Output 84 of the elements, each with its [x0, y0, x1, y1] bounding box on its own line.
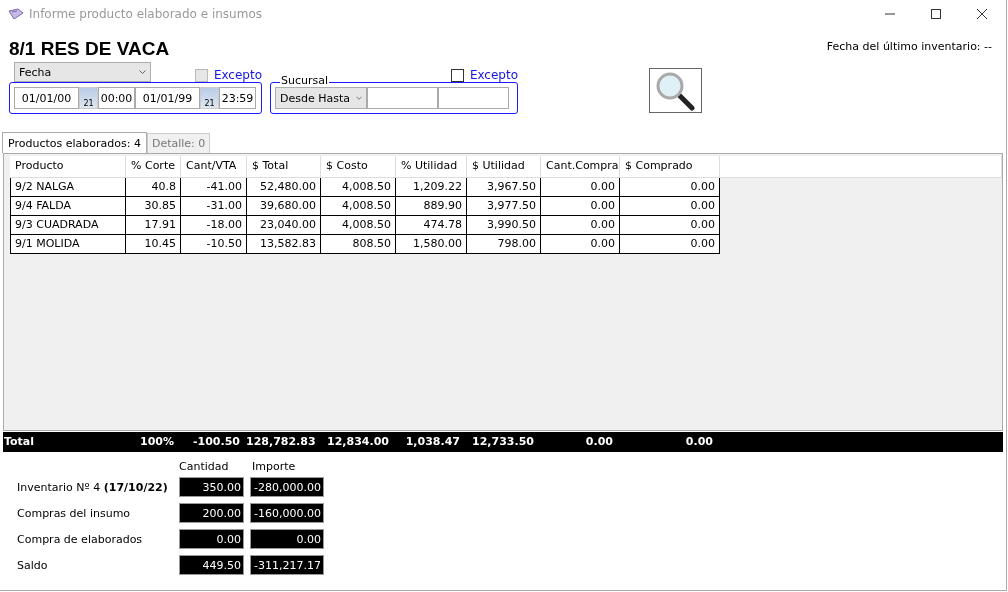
tab[interactable]: Detalle: 0	[146, 133, 211, 153]
table-cell: 52,480.00	[247, 178, 321, 197]
table-cell: 9/3 CUADRADA	[10, 216, 126, 235]
to-branch-field[interactable]	[438, 87, 509, 109]
quantity-value: 350.00	[179, 477, 244, 497]
table-cell: 0.00	[620, 197, 720, 216]
from-date-field[interactable]: 01/01/00	[14, 87, 79, 109]
maximize-icon[interactable]	[930, 8, 942, 20]
table-cell: 13,582.83	[247, 235, 321, 254]
except-checkbox[interactable]	[450, 68, 464, 82]
except-label: Excepto	[213, 68, 262, 82]
table-cell: -10.50	[181, 235, 247, 254]
table-cell: 0.00	[620, 235, 720, 254]
table-cell: 889.90	[396, 197, 467, 216]
table-cell: 10.45	[126, 235, 181, 254]
total-cell-text: 0.00	[684, 434, 714, 450]
summary-label: Saldo	[17, 558, 49, 572]
table-cell: 808.50	[321, 235, 396, 254]
app-icon	[8, 8, 24, 20]
amount-value: -311,217.17	[250, 555, 324, 575]
search-button[interactable]	[649, 68, 702, 113]
except-label: Excepto	[469, 68, 518, 82]
table-cell: 0.00	[620, 216, 720, 235]
amount-value: -280,000.00	[250, 477, 324, 497]
table-cell: 23,040.00	[247, 216, 321, 235]
table-cell: 0.00	[541, 178, 620, 197]
product-heading: 8/1 RES DE VACA	[9, 38, 170, 60]
table-cell: 4,008.50	[321, 178, 396, 197]
from-branch-field[interactable]	[367, 87, 438, 109]
branch-legend: Sucursal	[280, 74, 330, 87]
table-cell: 9/2 NALGA	[10, 178, 126, 197]
last-inventory-label: Fecha del último inventario: --	[826, 40, 992, 53]
column-header: Importe	[252, 459, 297, 473]
table-cell: 1,580.00	[396, 235, 467, 254]
calendar-button[interactable]: 21	[200, 87, 219, 109]
table-cell: 17.91	[126, 216, 181, 235]
total-cell-text: 128,782.83	[246, 434, 317, 450]
amount-value: -160,000.00	[250, 503, 324, 523]
column-header: Cantidad	[179, 459, 230, 473]
table-cell: 0.00	[541, 235, 620, 254]
summary-label: Compra de elaborados	[17, 532, 144, 546]
caret-icon	[356, 96, 362, 100]
table-cell: -31.00	[181, 197, 247, 216]
window-title: Informe producto elaborado e insumos	[29, 7, 262, 21]
range-mode-dropdown[interactable]: Desde Hasta	[275, 87, 367, 109]
summary-label: Inventario Nº 4 (17/10/22)	[17, 480, 169, 494]
total-cell-text: 0.00	[584, 434, 614, 450]
total-cell-text: 1,038.47	[404, 434, 461, 450]
table-cell: -41.00	[181, 178, 247, 197]
table-cell: 4,008.50	[321, 216, 396, 235]
table-cell: 0.00	[620, 178, 720, 197]
quantity-value: 200.00	[179, 503, 244, 523]
table-cell: 3,990.50	[467, 216, 541, 235]
total-cell-text: -100.50	[192, 434, 241, 450]
table-cell: 9/4 FALDA	[10, 197, 126, 216]
table-cell: 9/1 MOLIDA	[10, 235, 126, 254]
tab[interactable]: Productos elaborados: 4	[2, 132, 147, 153]
table-cell: 3,977.50	[467, 197, 541, 216]
total-cell-text: Total	[4, 434, 36, 450]
table-cell: 40.8	[126, 178, 181, 197]
table-cell: 3,967.50	[467, 178, 541, 197]
table-cell: -18.00	[181, 216, 247, 235]
table-cell: 474.78	[396, 216, 467, 235]
table-cell: 39,680.00	[247, 197, 321, 216]
table-cell: 30.85	[126, 197, 181, 216]
total-cell-text: 12,733.50	[471, 434, 535, 450]
total-cell-text: 12,834.00	[326, 434, 390, 450]
summary-label: Compras del insumo	[17, 506, 132, 520]
table-cell: 0.00	[541, 197, 620, 216]
to-time-field[interactable]: 23:59	[219, 87, 256, 109]
table-cell: 1,209.22	[396, 178, 467, 197]
calendar-button[interactable]: 21	[79, 87, 98, 109]
quantity-value: 449.50	[179, 555, 244, 575]
total-cell-text: 100%	[139, 434, 175, 450]
quantity-value: 0.00	[179, 529, 244, 549]
table-cell: 0.00	[541, 216, 620, 235]
to-date-field[interactable]: 01/01/99	[135, 87, 200, 109]
table-cell: 798.00	[467, 235, 541, 254]
amount-value: 0.00	[250, 529, 324, 549]
caret-icon	[139, 70, 146, 74]
from-time-field[interactable]: 00:00	[98, 87, 135, 109]
date-field-dropdown[interactable]: Fecha	[14, 62, 151, 82]
table-cell: 4,008.50	[321, 197, 396, 216]
close-icon[interactable]	[976, 8, 988, 20]
